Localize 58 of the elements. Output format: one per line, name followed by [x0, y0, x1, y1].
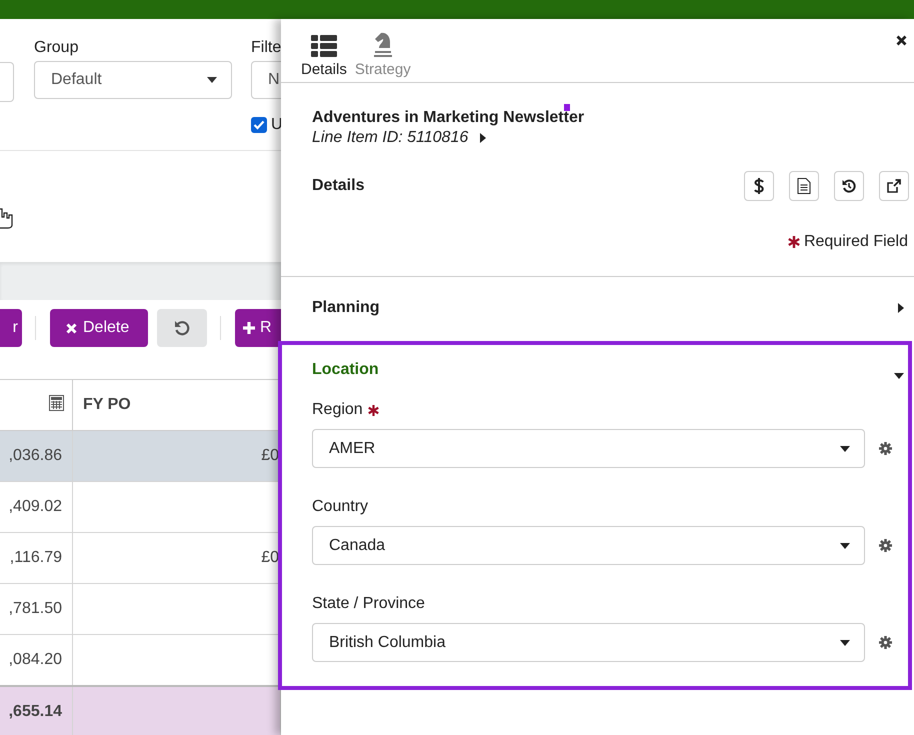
list-icon — [310, 35, 337, 57]
field-label: Country — [312, 498, 368, 516]
line-item-id: Line Item ID: 5110816 — [312, 129, 468, 147]
caret-right-icon — [898, 303, 904, 313]
dropdown[interactable]: Default — [34, 61, 232, 99]
history-button[interactable] — [834, 171, 864, 201]
add-button[interactable]: R — [235, 309, 281, 347]
table-cell: ,781.50 — [8, 600, 62, 617]
table-cell: £0 — [261, 447, 279, 464]
dollar-icon — [754, 178, 764, 194]
caret-icon — [840, 446, 850, 452]
caret-right-icon[interactable] — [480, 133, 486, 143]
required-field-note: Required Field — [804, 233, 908, 251]
chess-knight-icon — [372, 31, 394, 57]
calculator-icon — [49, 394, 64, 410]
checkbox[interactable] — [251, 117, 267, 133]
caret-down-icon — [894, 373, 904, 379]
panel-tab[interactable]: Strategy — [352, 31, 413, 82]
document-button[interactable] — [789, 171, 819, 201]
section-header[interactable]: Location — [282, 345, 908, 387]
external-link-button[interactable] — [879, 171, 909, 201]
toolbar-button[interactable]: r — [0, 309, 22, 347]
plus-icon — [243, 322, 255, 334]
table-cell: ,655.14 — [8, 703, 62, 720]
panel-tab[interactable]: Details — [299, 35, 349, 82]
item-title: Adventures in Marketing Newsletter — [312, 109, 586, 127]
filter-label: Group — [34, 39, 80, 58]
history-icon — [842, 179, 856, 193]
gear-icon[interactable] — [879, 636, 892, 649]
caret-icon — [840, 640, 850, 646]
asterisk-icon — [788, 236, 800, 248]
delete-button[interactable]: Delete — [50, 309, 148, 347]
caret-icon — [840, 542, 850, 548]
reset-button[interactable] — [157, 309, 207, 347]
document-icon — [797, 178, 811, 194]
dollar-button[interactable] — [744, 171, 774, 201]
filter-label: Filte — [251, 39, 281, 58]
table-cell: ,116.79 — [10, 549, 62, 566]
dropdown[interactable]: Canada — [312, 526, 865, 565]
table-cell: ,409.02 — [8, 498, 62, 515]
checkbox-label: U — [271, 116, 281, 134]
undo-icon — [174, 320, 190, 336]
table-cell: £0 — [261, 549, 279, 566]
section-header[interactable]: Planning — [281, 277, 914, 339]
close-icon[interactable] — [896, 35, 907, 46]
table-cell: ,036.86 — [8, 447, 62, 464]
gear-icon[interactable] — [879, 442, 892, 455]
table-cell: ,084.20 — [8, 651, 62, 668]
text-cursor-marker — [564, 104, 570, 111]
dropdown[interactable]: AMER — [312, 429, 865, 468]
caret-icon — [207, 77, 217, 83]
field-label: Region — [312, 401, 363, 419]
gear-icon[interactable] — [879, 539, 892, 552]
external-link-icon — [887, 179, 901, 193]
dropdown[interactable]: British Columbia — [312, 623, 865, 662]
field-label: State / Province — [312, 595, 425, 613]
section-heading: Details — [312, 177, 364, 195]
close-icon — [66, 322, 77, 334]
